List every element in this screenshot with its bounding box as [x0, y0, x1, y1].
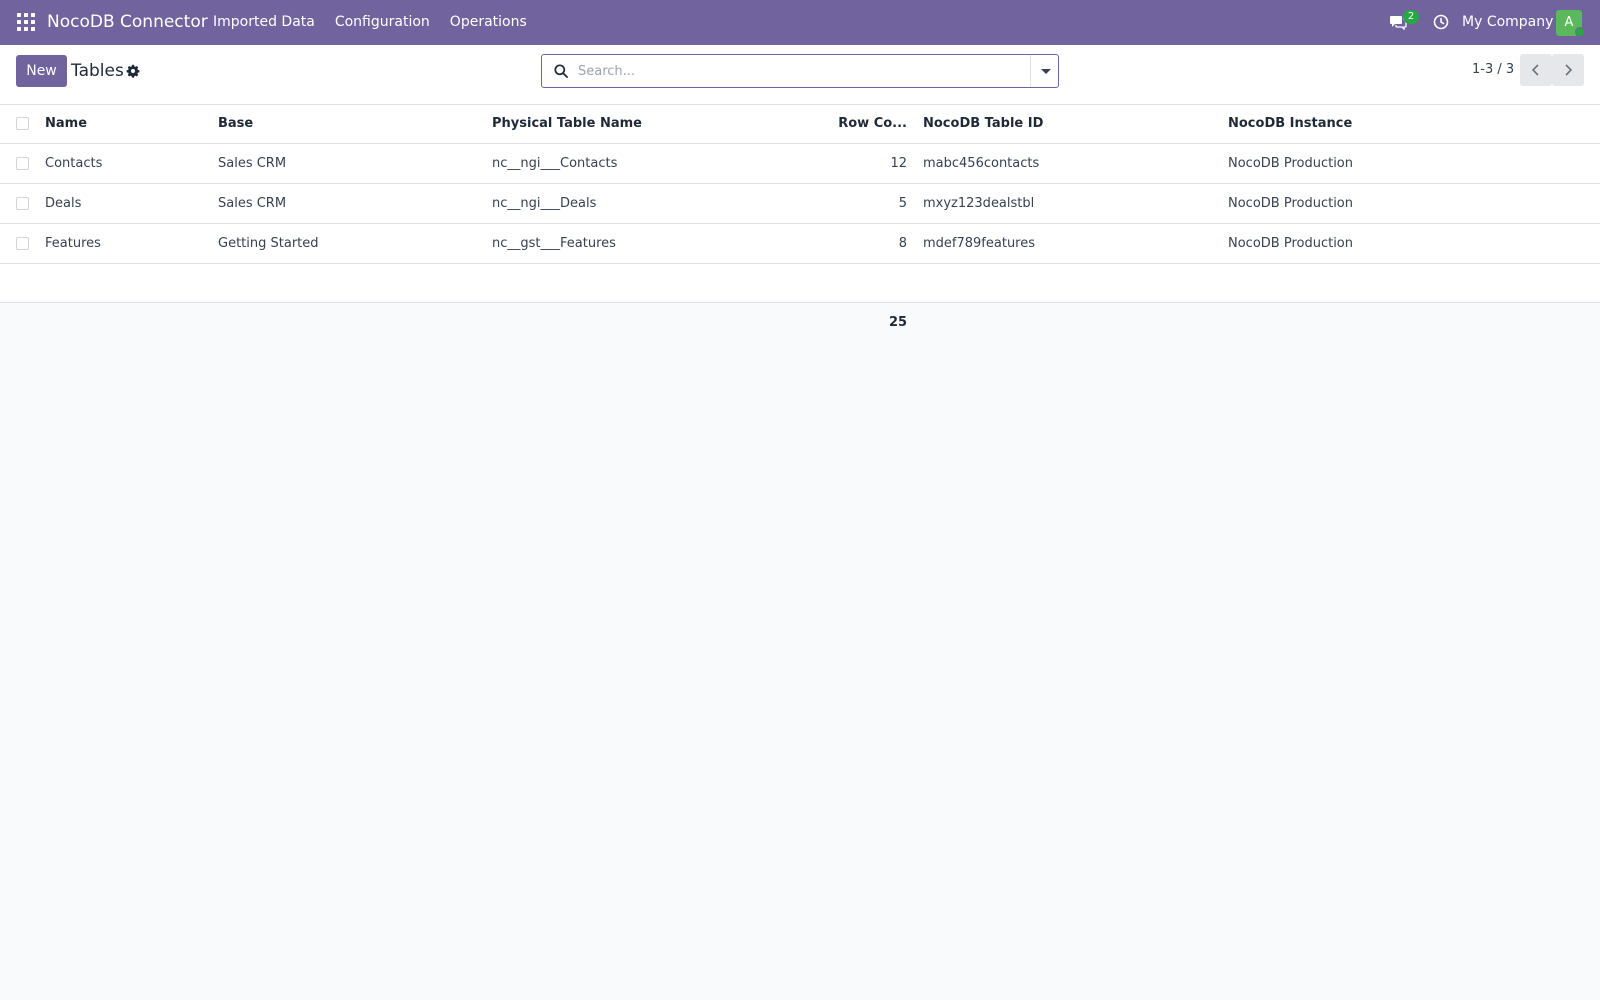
cell-row-count: 5 [737, 183, 915, 224]
pager-previous-button[interactable] [1520, 54, 1552, 86]
cell-nocodb-instance: NocoDB Production [1220, 143, 1600, 184]
page-title: Tables [71, 61, 124, 81]
empty-row [0, 263, 1600, 303]
pager-next-button[interactable] [1552, 54, 1584, 86]
search-box [541, 54, 1059, 88]
row-checkbox[interactable] [16, 156, 29, 170]
search-icon [554, 64, 568, 78]
column-header-nocodb-table-id[interactable]: NocoDB Table ID [915, 105, 1220, 144]
cell-physical-table-name: nc__ngi___Deals [484, 183, 737, 224]
clock-icon[interactable] [1433, 14, 1449, 30]
chevron-left-icon [1531, 64, 1539, 76]
table-row[interactable]: Deals Sales CRM nc__ngi___Deals 5 mxyz12… [0, 183, 1600, 224]
search-input[interactable] [578, 59, 1008, 83]
cell-name: Features [37, 223, 210, 264]
column-header-row-count[interactable]: Row Co... [737, 105, 915, 144]
table-header-row: Name Base Physical Table Name Row Co... … [0, 105, 1600, 144]
cell-nocodb-table-id: mabc456contacts [915, 143, 1220, 184]
menu-imported-data[interactable]: Imported Data [213, 14, 315, 30]
cell-nocodb-instance: NocoDB Production [1220, 183, 1600, 224]
row-select-cell [0, 143, 37, 184]
menu-configuration[interactable]: Configuration [335, 14, 430, 30]
cell-name: Contacts [37, 143, 210, 184]
pager-value[interactable]: 1-3 / 3 [1472, 62, 1514, 77]
row-count-total: 25 [889, 314, 908, 330]
select-all-checkbox[interactable] [16, 117, 29, 131]
row-select-cell [0, 183, 37, 224]
control-panel: New Tables 1-3 / 3 [0, 45, 1600, 105]
avatar-status-dot [1575, 27, 1585, 37]
row-checkbox[interactable] [16, 196, 29, 210]
table-row[interactable]: Contacts Sales CRM nc__ngi___Contacts 12… [0, 143, 1600, 184]
list-view: Name Base Physical Table Name Row Co... … [0, 105, 1600, 341]
table-row[interactable]: Features Getting Started nc__gst___Featu… [0, 223, 1600, 264]
row-select-cell [0, 223, 37, 264]
empty-cell [0, 263, 1600, 303]
cell-nocodb-table-id: mxyz123dealstbl [915, 183, 1220, 224]
select-all-cell [0, 105, 37, 144]
chevron-right-icon [1565, 64, 1573, 76]
cell-physical-table-name: nc__ngi___Contacts [484, 143, 737, 184]
company-switcher[interactable]: My Company [1462, 14, 1553, 30]
top-navbar: NocoDB Connector Imported Data Configura… [0, 0, 1600, 45]
apps-grid-icon[interactable] [17, 13, 35, 31]
cell-row-count: 12 [737, 143, 915, 184]
cell-nocodb-instance: NocoDB Production [1220, 223, 1600, 264]
cell-row-count: 8 [737, 223, 915, 264]
cell-nocodb-table-id: mdef789features [915, 223, 1220, 264]
row-checkbox[interactable] [16, 236, 29, 250]
cell-name: Deals [37, 183, 210, 224]
column-header-name[interactable]: Name [37, 105, 210, 144]
column-header-base[interactable]: Base [210, 105, 484, 144]
new-button[interactable]: New [16, 55, 67, 87]
app-brand[interactable]: NocoDB Connector [47, 12, 208, 32]
cell-base: Getting Started [210, 223, 484, 264]
table-footer: 25 [0, 302, 1600, 341]
cell-physical-table-name: nc__gst___Features [484, 223, 737, 264]
search-options-toggle[interactable] [1030, 55, 1059, 87]
main-menu: Imported Data Configuration Operations [213, 14, 527, 30]
cell-base: Sales CRM [210, 183, 484, 224]
cell-base: Sales CRM [210, 143, 484, 184]
tables-list: Name Base Physical Table Name Row Co... … [0, 105, 1600, 303]
column-header-physical-table-name[interactable]: Physical Table Name [484, 105, 737, 144]
column-header-nocodb-instance[interactable]: NocoDB Instance [1220, 105, 1600, 144]
menu-operations[interactable]: Operations [450, 14, 527, 30]
gear-icon[interactable] [126, 64, 140, 78]
chat-badge: 2 [1403, 10, 1419, 24]
